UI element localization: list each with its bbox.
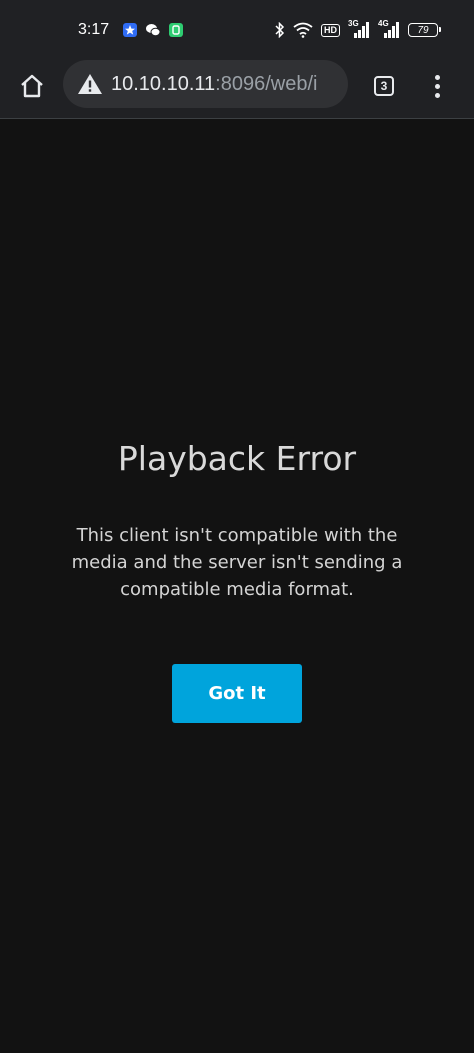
menu-dot [434, 83, 440, 89]
wifi-icon [293, 22, 313, 38]
browser-menu-button[interactable] [422, 68, 452, 104]
signal-3g-icon: 3G [348, 19, 370, 39]
page-content: Playback Error This client isn't compati… [0, 119, 474, 1053]
url-path: :8096/web/i [215, 73, 318, 95]
tab-switcher-button[interactable]: 3 [362, 68, 406, 104]
green-app-icon [169, 23, 183, 37]
dialog-title: Playback Error [117, 439, 357, 478]
map-pin-app-icon [123, 23, 137, 37]
wechat-icon [146, 24, 161, 37]
url-host: 10.10.10.11 [111, 73, 216, 95]
menu-dot [434, 92, 440, 98]
url-text[interactable]: 10.10.10.11:8096/web/i [111, 71, 317, 97]
hd-badge: HD [321, 23, 340, 37]
bluetooth-icon [275, 22, 285, 38]
signal-4g-icon: 4G [378, 19, 400, 39]
not-secure-warning-icon[interactable] [77, 72, 103, 96]
browser-toolbar: 10.10.10.11:8096/web/i 3 [0, 60, 474, 119]
home-button[interactable] [14, 68, 50, 104]
dialog-message: This client isn't compatible with the me… [71, 525, 403, 600]
status-indicators: HD 3G 4G 79 [275, 19, 441, 40]
status-time: 3:17 [78, 21, 110, 38]
got-it-button[interactable]: Got It [172, 664, 302, 723]
status-bar: 3:17 HD 3G 4G 79 [0, 0, 474, 60]
home-icon [21, 74, 43, 98]
tab-count: 3 [374, 76, 394, 96]
address-bar[interactable]: 10.10.10.11:8096/web/i [63, 60, 348, 108]
menu-dot [434, 74, 440, 80]
battery-icon: 79 [408, 23, 441, 37]
